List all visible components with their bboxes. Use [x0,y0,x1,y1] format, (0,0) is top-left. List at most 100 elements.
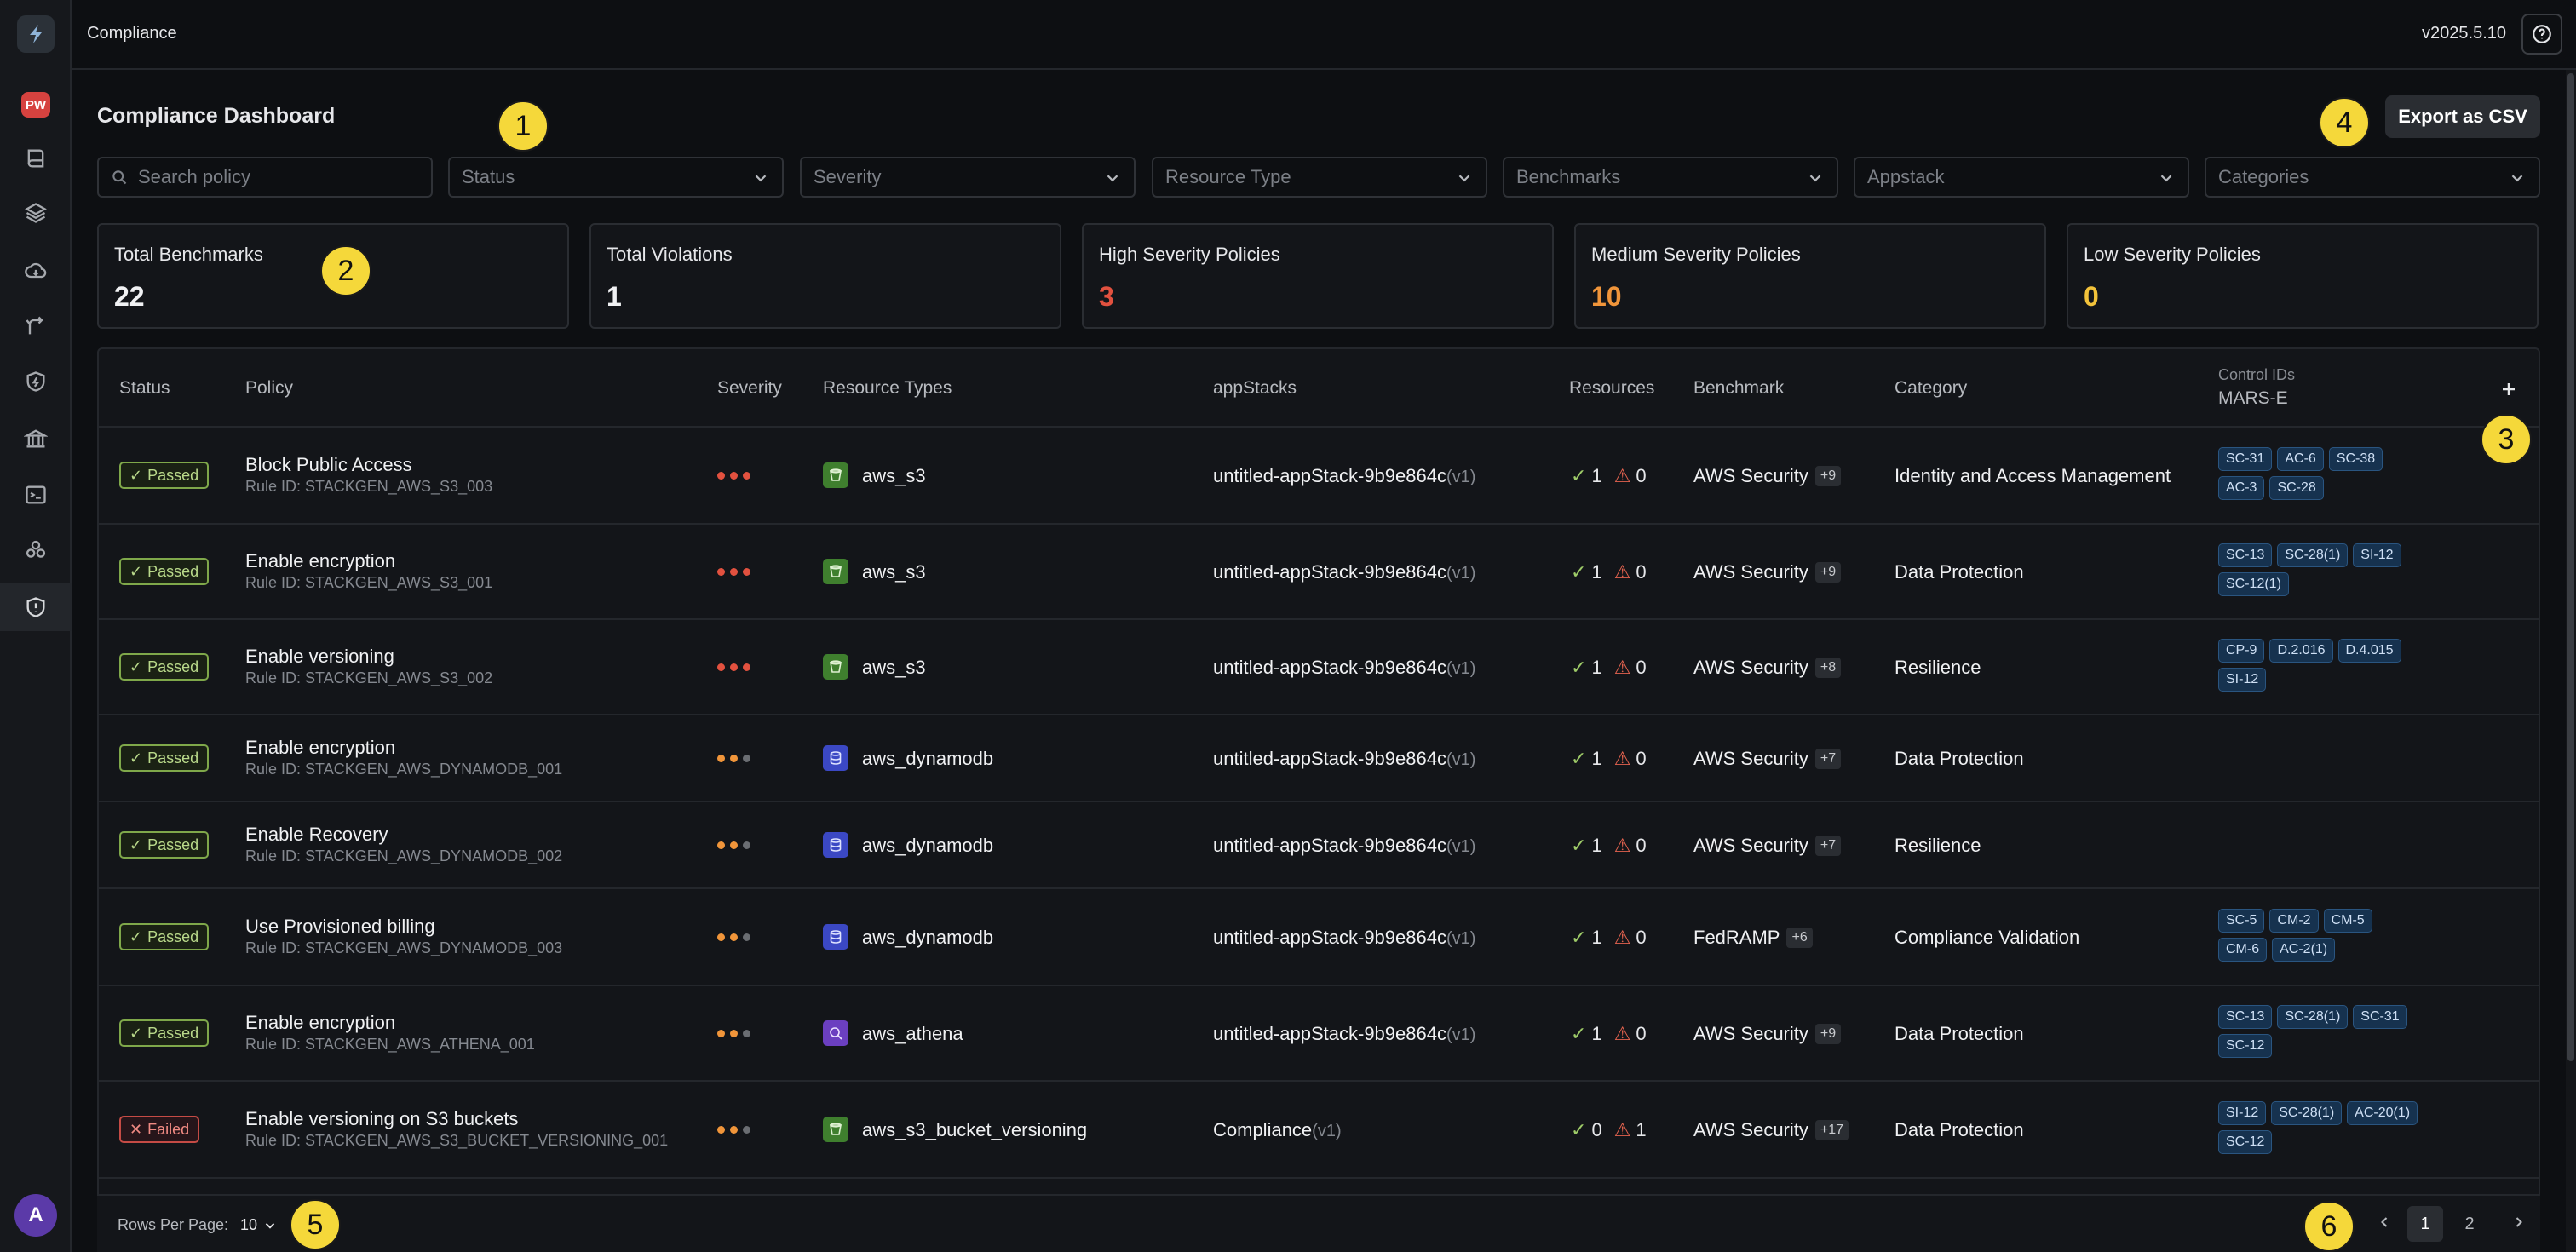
control-id-chip[interactable]: SC-31 [2218,447,2273,471]
benchmark-cell[interactable]: AWS Security +7 [1693,835,1842,857]
search-box[interactable] [97,157,433,198]
control-id-chip[interactable]: AC-6 [2277,447,2324,471]
control-id-chip[interactable]: SC-31 [2353,1005,2407,1029]
table-row[interactable]: ✓ Passed Enable encryption Rule ID: STACKGE… [99,715,2539,802]
page-1-button[interactable]: 1 [2407,1206,2443,1242]
control-id-chip[interactable]: SC-12 [2218,1034,2273,1058]
control-id-chip[interactable]: SI-12 [2218,1101,2267,1125]
appstack-link[interactable]: untitled-appStack-9b9e864c(v1) [1213,835,1475,857]
col-resource-types[interactable]: Resource Types [823,378,952,399]
status-filter[interactable]: Status [448,157,784,198]
control-id-chip[interactable]: SI-12 [2218,668,2267,692]
benchmark-cell[interactable]: AWS Security +9 [1693,561,1842,583]
benchmark-cell[interactable]: AWS Security +8 [1693,657,1842,679]
sidebar-item-cluster[interactable] [12,526,60,574]
benchmark-cell[interactable]: AWS Security +7 [1693,748,1842,770]
col-resources[interactable]: Resources [1569,378,1654,399]
policy-name[interactable]: Enable versioning on S3 buckets [245,1108,518,1130]
resource-type-filter[interactable]: Resource Type [1152,157,1487,198]
categories-filter[interactable]: Categories [2205,157,2540,198]
sidebar-item-branches[interactable] [12,302,60,350]
control-id-chip[interactable]: CP-9 [2218,639,2265,663]
policy-name[interactable]: Enable encryption [245,1012,395,1034]
sidebar-item-docs[interactable] [12,135,60,182]
control-id-chip[interactable]: SC-28(1) [2271,1101,2343,1125]
control-id-chip[interactable]: AC-20(1) [2347,1101,2418,1125]
control-id-chip[interactable]: D.4.015 [2337,639,2401,663]
benchmark-cell[interactable]: FedRAMP +6 [1693,927,1813,949]
table-row[interactable]: ✓ Passed Enable versioning Rule ID: STACKGE… [99,620,2539,715]
col-severity[interactable]: Severity [717,378,782,399]
resources-summary[interactable]: ✓ 1 ⚠ 0 [1571,561,1647,583]
export-csv-button[interactable]: Export as CSV [2385,95,2540,138]
policy-name[interactable]: Enable Recovery [245,824,388,846]
control-id-chip[interactable]: CM-6 [2218,938,2268,962]
sidebar-item-cloud[interactable] [12,247,60,295]
help-button[interactable] [2521,14,2562,55]
table-row[interactable]: ✓ Passed Enable encryption Rule ID: STACKGE… [99,525,2539,620]
policy-name[interactable]: Block Public Access [245,454,412,476]
col-category[interactable]: Category [1895,378,1967,399]
benchmark-cell[interactable]: AWS Security +9 [1693,1023,1842,1045]
control-id-chip[interactable]: CM-5 [2323,909,2372,933]
resources-summary[interactable]: ✓ 1 ⚠ 0 [1571,1023,1647,1045]
col-benchmark[interactable]: Benchmark [1693,378,1784,399]
control-id-chip[interactable]: SC-12(1) [2218,572,2289,596]
control-id-chip[interactable]: D.2.016 [2269,639,2333,663]
scrollbar-thumb[interactable] [2567,73,2574,1061]
app-logo-icon[interactable] [17,15,55,53]
appstack-link[interactable]: untitled-appStack-9b9e864c(v1) [1213,465,1475,487]
table-row[interactable]: ✓ Passed Block Public Access Rule ID: STACK… [99,428,2539,525]
benchmark-cell[interactable]: AWS Security +17 [1693,1119,1849,1141]
benchmarks-filter[interactable]: Benchmarks [1503,157,1838,198]
table-row[interactable]: ✓ Passed Enable encryption Rule ID: STACKGE… [99,986,2539,1082]
resources-summary[interactable]: ✓ 1 ⚠ 0 [1571,748,1647,770]
col-status[interactable]: Status [119,378,170,399]
search-input[interactable] [138,166,419,188]
table-row[interactable]: ✓ Passed Use Provisioned billing Rule ID: S… [99,889,2539,986]
resources-summary[interactable]: ✓ 1 ⚠ 0 [1571,465,1647,487]
control-id-chip[interactable]: AC-2(1) [2272,938,2336,962]
control-id-chip[interactable]: SC-28 [2269,476,2324,500]
policy-name[interactable]: Enable encryption [245,737,395,759]
sidebar-item-terminal[interactable] [12,471,60,519]
appstack-link[interactable]: untitled-appStack-9b9e864c(v1) [1213,1023,1475,1045]
appstack-link[interactable]: untitled-appStack-9b9e864c(v1) [1213,927,1475,949]
col-control-ids[interactable]: Control IDs [2218,366,2295,384]
workspace-badge-button[interactable]: PW [12,81,60,129]
appstack-link[interactable]: Compliance(v1) [1213,1119,1342,1141]
col-appstacks[interactable]: appStacks [1213,378,1297,399]
appstack-filter[interactable]: Appstack [1854,157,2189,198]
policy-name[interactable]: Use Provisioned billing [245,916,435,938]
col-policy[interactable]: Policy [245,378,293,399]
control-id-chip[interactable]: SC-13 [2218,543,2273,567]
add-column-button[interactable] [2494,375,2523,404]
control-id-chip[interactable]: AC-3 [2218,476,2265,500]
resources-summary[interactable]: ✓ 1 ⚠ 0 [1571,927,1647,949]
control-id-chip[interactable]: SC-28(1) [2277,1005,2349,1029]
appstack-link[interactable]: untitled-appStack-9b9e864c(v1) [1213,748,1475,770]
next-page-button[interactable] [2504,1208,2533,1237]
control-id-chip[interactable]: CM-2 [2269,909,2319,933]
benchmark-cell[interactable]: AWS Security +9 [1693,465,1842,487]
sidebar-item-governance[interactable] [12,415,60,462]
control-id-chip[interactable]: SC-12 [2218,1130,2273,1154]
table-row[interactable]: ✕ Failed Enable versioning on S3 buckets Ru… [99,1082,2539,1179]
policy-name[interactable]: Enable encryption [245,550,395,572]
sidebar-item-compliance[interactable] [0,583,72,631]
control-id-chip[interactable]: SC-28(1) [2277,543,2349,567]
resources-summary[interactable]: ✓ 0 ⚠ 1 [1571,1119,1647,1141]
policy-name[interactable]: Enable versioning [245,646,394,668]
appstack-link[interactable]: untitled-appStack-9b9e864c(v1) [1213,561,1475,583]
control-id-chip[interactable]: SI-12 [2353,543,2401,567]
resources-summary[interactable]: ✓ 1 ⚠ 0 [1571,657,1647,679]
page-2-button[interactable]: 2 [2452,1206,2487,1242]
sidebar-item-layers[interactable] [12,189,60,237]
table-row[interactable]: ✓ Passed Enable Recovery Rule ID: STACKGEN_… [99,802,2539,889]
control-id-chip[interactable]: SC-38 [2328,447,2383,471]
control-id-chip[interactable]: SC-5 [2218,909,2265,933]
sidebar-item-policies[interactable] [12,358,60,405]
resources-summary[interactable]: ✓ 1 ⚠ 0 [1571,835,1647,857]
rows-per-page-select[interactable]: 10 [240,1216,278,1234]
user-avatar[interactable]: A [14,1194,57,1237]
